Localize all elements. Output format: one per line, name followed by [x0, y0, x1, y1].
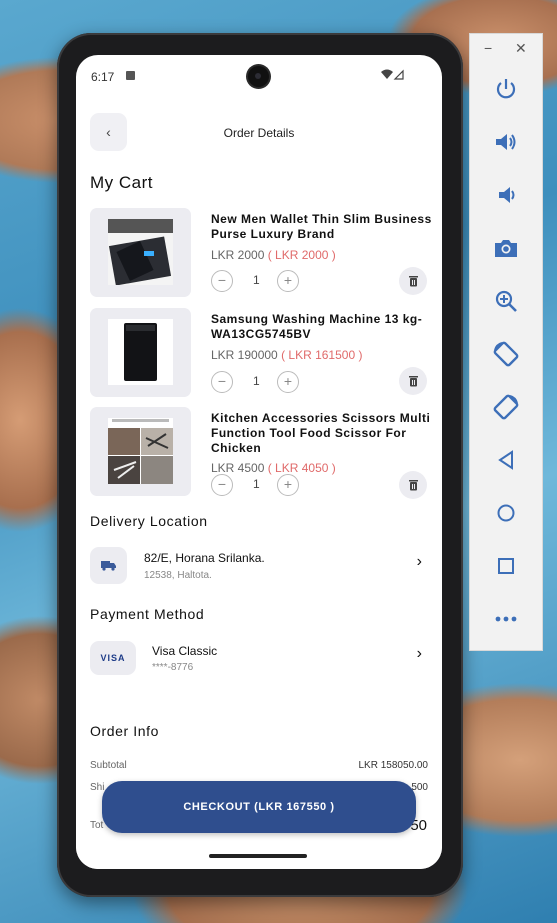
screenshot-button[interactable] — [470, 228, 542, 268]
delivery-location-row[interactable]: 82/E, Horana Srilanka. 12538, Haltota. › — [90, 547, 430, 587]
total-label: Tot — [90, 820, 104, 831]
item-title: Kitchen Accessories Scissors Multi Funct… — [211, 411, 431, 455]
square-overview-icon — [498, 558, 514, 574]
chevron-right-icon: › — [416, 553, 422, 570]
delivery-truck-icon — [90, 547, 127, 584]
rotate-right-icon — [493, 394, 519, 420]
trash-icon — [408, 376, 418, 387]
status-time: 6:17 — [91, 70, 115, 84]
back-nav-button[interactable] — [470, 440, 542, 480]
item-price: LKR 4500 ( LKR 4050 ) — [211, 461, 336, 475]
power-icon — [496, 79, 516, 99]
home-nav-button[interactable] — [470, 493, 542, 533]
cart-item: Kitchen Accessories Scissors Multi Funct… — [90, 407, 431, 499]
trash-icon — [408, 276, 418, 287]
increment-button[interactable]: + — [277, 371, 299, 393]
minimize-button[interactable]: − — [484, 40, 492, 56]
price-original: LKR 4500 — [211, 461, 265, 475]
price-original: LKR 190000 — [211, 348, 278, 362]
zoom-button[interactable] — [470, 281, 542, 321]
home-indicator[interactable] — [209, 854, 307, 858]
quantity-value: 1 — [253, 477, 260, 491]
quantity-stepper: − 1 + — [211, 474, 321, 496]
quantity-value: 1 — [253, 273, 260, 287]
cart-item: Samsung Washing Machine 13 kg-WA13CG5745… — [90, 308, 430, 398]
decrement-button[interactable]: − — [211, 474, 233, 496]
volume-down-button[interactable] — [470, 175, 542, 215]
visa-logo: VISA — [90, 641, 136, 675]
shipping-label: Shi — [90, 782, 105, 793]
camera-icon — [495, 240, 517, 257]
product-thumbnail[interactable] — [90, 407, 191, 496]
rotate-left-button[interactable] — [470, 334, 542, 374]
delivery-heading: Delivery Location — [90, 513, 208, 529]
power-button[interactable] — [470, 69, 542, 109]
decrement-button[interactable]: − — [211, 270, 233, 292]
quantity-value: 1 — [253, 374, 260, 388]
scissors-image — [108, 418, 173, 484]
checkout-button[interactable]: CHECKOUT (LKR 167550 ) — [102, 781, 416, 833]
volume-down-icon — [499, 187, 515, 203]
card-name: Visa Classic — [152, 644, 218, 658]
product-thumbnail[interactable] — [90, 308, 191, 397]
price-sale: ( LKR 2000 ) — [267, 248, 336, 262]
status-bar: 6:17 — [76, 55, 442, 99]
cart-heading: My Cart — [90, 173, 153, 192]
top-bar: ‹ Order Details — [76, 113, 442, 153]
price-sale: ( LKR 161500 ) — [281, 348, 363, 362]
item-title: New Men Wallet Thin Slim Business Purse … — [211, 212, 432, 241]
decrement-button[interactable]: − — [211, 371, 233, 393]
chevron-right-icon: › — [416, 645, 422, 662]
payment-heading: Payment Method — [90, 606, 205, 622]
wallet-image — [108, 219, 173, 286]
more-icon — [495, 616, 517, 622]
emulator-side-panel: − ✕ — [469, 33, 543, 651]
delete-item-button[interactable] — [399, 267, 427, 295]
volume-up-icon — [496, 134, 516, 150]
card-number: ****-8776 — [152, 662, 194, 673]
quantity-stepper: − 1 + — [211, 270, 321, 292]
product-thumbnail[interactable] — [90, 208, 191, 297]
quantity-stepper: − 1 + — [211, 371, 321, 393]
price-sale: ( LKR 4050 ) — [267, 461, 336, 475]
increment-button[interactable]: + — [277, 270, 299, 292]
price-original: LKR 2000 — [211, 248, 265, 262]
subtotal-label: Subtotal — [90, 760, 127, 771]
increment-button[interactable]: + — [277, 474, 299, 496]
close-button[interactable]: ✕ — [515, 40, 527, 57]
overview-nav-button[interactable] — [470, 546, 542, 586]
washing-machine-image — [108, 319, 173, 385]
order-info-heading: Order Info — [90, 723, 160, 739]
subtotal-value: LKR 158050.00 — [358, 760, 428, 771]
trash-icon — [408, 480, 418, 491]
zoom-in-icon — [495, 290, 517, 312]
front-camera — [248, 66, 269, 87]
delivery-address: 82/E, Horana Srilanka. — [144, 551, 265, 565]
delivery-detail: 12538, Haltota. — [144, 570, 212, 581]
payment-method-row[interactable]: VISA Visa Classic ****-8776 › — [90, 641, 430, 681]
wifi-icon — [381, 69, 404, 80]
nav-bar — [76, 847, 442, 869]
app-screen: 6:17 ‹ Order Details My Cart New Men Wal… — [76, 55, 442, 869]
notification-icon — [126, 71, 135, 80]
delete-item-button[interactable] — [399, 367, 427, 395]
signal-icons — [380, 69, 404, 83]
more-options-button[interactable] — [470, 599, 542, 639]
item-price: LKR 190000 ( LKR 161500 ) — [211, 348, 362, 362]
item-title: Samsung Washing Machine 13 kg-WA13CG5745… — [211, 312, 423, 341]
volume-up-button[interactable] — [470, 122, 542, 162]
cart-item: New Men Wallet Thin Slim Business Purse … — [90, 208, 432, 298]
rotate-right-button[interactable] — [470, 387, 542, 427]
item-price: LKR 2000 ( LKR 2000 ) — [211, 248, 336, 262]
triangle-back-icon — [498, 450, 513, 470]
delete-item-button[interactable] — [399, 471, 427, 499]
circle-home-icon — [497, 504, 515, 522]
page-title: Order Details — [223, 126, 295, 140]
rotate-left-icon — [493, 341, 519, 367]
